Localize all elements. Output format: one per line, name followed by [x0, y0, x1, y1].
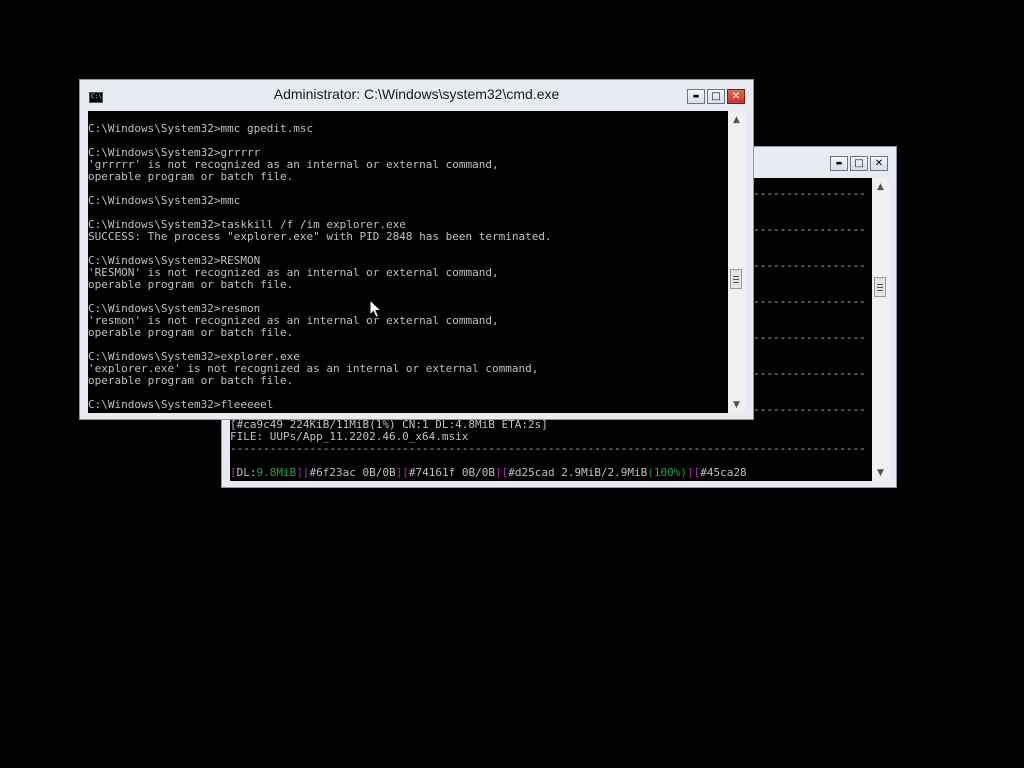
status-bracket: ]	[687, 466, 694, 479]
scroll-thumb[interactable]	[874, 277, 886, 297]
status-item-text: 2.9MiB/2.9MiB	[554, 466, 648, 479]
console-line: operable program or batch file.	[88, 278, 294, 291]
mouse-pointer-icon	[369, 299, 383, 319]
status-item-id: #74161f	[408, 466, 456, 479]
minimize-button[interactable]: ▬	[830, 156, 848, 171]
maximize-button[interactable]: □	[707, 89, 725, 104]
console-line: operable program or batch file.	[88, 170, 294, 183]
console-line: C:\Windows\System32>mmc gpedit.msc	[88, 122, 314, 135]
scroll-up-arrow-icon[interactable]: ▲	[872, 178, 889, 195]
status-bracket: [	[230, 466, 237, 479]
cmd-console-lines: C:\Windows\System32>mmc gpedit.msc C:\Win…	[88, 123, 552, 411]
scroll-up-arrow-icon[interactable]: ▲	[728, 111, 745, 128]
status-bracket: ]	[296, 466, 303, 479]
status-item-id: #d25cad	[508, 466, 555, 479]
status-dl-value: 9.8MiB	[256, 466, 297, 479]
status-paren: (	[647, 466, 654, 479]
cmd-scrollbar[interactable]: ▲ ▼	[728, 111, 745, 413]
status-item-pct: 100%	[653, 466, 681, 479]
background-console-scrollbar[interactable]: ▲ ▼	[872, 178, 889, 481]
scroll-down-arrow-icon[interactable]: ▼	[872, 464, 889, 481]
close-button[interactable]: ✕	[870, 156, 888, 171]
console-line: C:\Windows\System32>fleeeeel	[88, 398, 274, 411]
status-item-text: 0B/0B	[455, 466, 495, 479]
status-item-text: 0B/0B	[355, 466, 396, 479]
download-status-line: [DL:9.8MiB][#6f23ac 0B/0B][#74161f 0B/0B…	[230, 467, 747, 479]
console-line: SUCCESS: The process "explorer.exe" with…	[88, 230, 552, 243]
cmd-titlebar[interactable]: C:\ Administrator: C:\Windows\system32\c…	[80, 80, 753, 110]
close-button[interactable]: ✕	[727, 89, 745, 104]
maximize-button[interactable]: □	[850, 156, 868, 171]
scroll-thumb[interactable]	[730, 269, 742, 289]
desktop: { "back_window": { "controls": { "minimi…	[0, 0, 1024, 768]
console-line: operable program or batch file.	[88, 326, 294, 339]
scroll-down-arrow-icon[interactable]: ▼	[728, 396, 745, 413]
status-bracket: [	[302, 466, 310, 479]
minimize-button[interactable]: ▬	[687, 89, 705, 104]
cmd-window-title: Administrator: C:\Windows\system32\cmd.e…	[273, 86, 560, 102]
console-line: operable program or batch file.	[88, 374, 294, 387]
download-separator: ----------------------------------------…	[230, 442, 866, 455]
status-bracket: [	[402, 466, 409, 479]
status-item-id: #45ca28	[700, 466, 747, 479]
console-line: C:\Windows\System32>mmc	[88, 194, 241, 207]
status-dl-label: DL:	[236, 466, 257, 479]
cmd-console-output[interactable]: C:\Windows\System32>mmc gpedit.msc C:\Win…	[88, 111, 728, 413]
status-item-id: #6f23ac	[309, 466, 356, 479]
status-bracket: ]	[494, 466, 502, 479]
cmd-window[interactable]: C:\ Administrator: C:\Windows\system32\c…	[79, 79, 754, 420]
